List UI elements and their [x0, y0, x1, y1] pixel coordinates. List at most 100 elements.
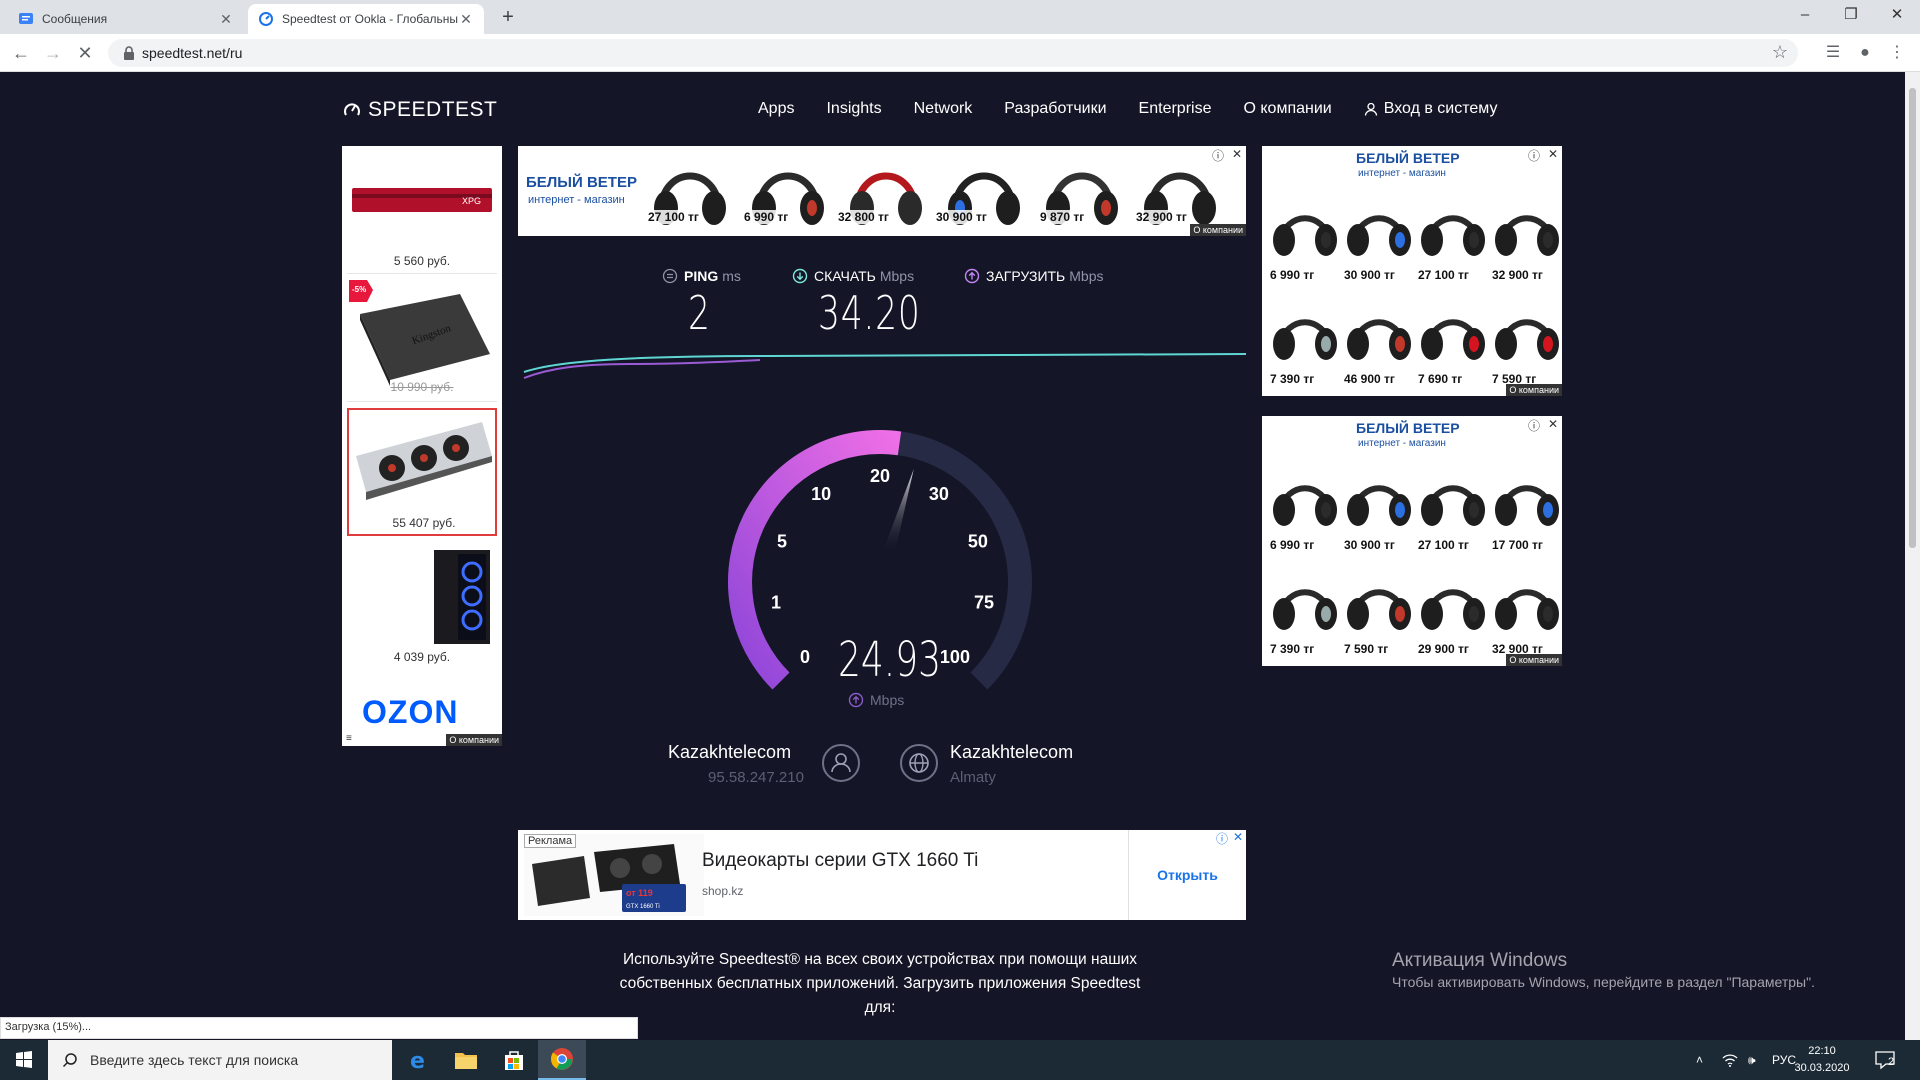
speedtest-gauge-icon [344, 103, 360, 116]
ad-price: 55 407 руб. [392, 516, 456, 530]
nav-enterprise[interactable]: Enterprise [1139, 100, 1212, 118]
ad-title[interactable]: Видеокарты серии GTX 1660 Ti [702, 850, 978, 872]
windows-activation-subtitle: Чтобы активировать Windows, перейдите в … [1392, 974, 1815, 990]
url-text: speedtest.net/ru [142, 45, 243, 61]
windows-taskbar: Введите здесь текст для поиска e ˄ 🕪 РУС… [0, 1040, 1920, 1080]
minimize-icon[interactable]: – [1782, 0, 1828, 30]
profile-icon[interactable]: ● [1852, 40, 1878, 66]
page-scrollbar[interactable] [1905, 72, 1920, 1040]
ad-product-ssd-kingston[interactable]: Kingston -5% 10 990 руб. [347, 278, 497, 402]
tab-speedtest[interactable]: Speedtest от Ookla - Глобальный ✕ [248, 4, 484, 34]
ad-left-ozon[interactable]: XPG 5 560 руб. Kingston -5% 10 990 руб. … [342, 146, 502, 746]
taskbar-clock[interactable]: 22:10 30.03.2020 [1782, 1043, 1862, 1077]
ad-headphone-item[interactable]: 30 900 тг [936, 146, 1032, 236]
ssd-m2-image: XPG [352, 188, 492, 212]
stop-loading-icon[interactable]: ✕ [70, 38, 100, 68]
chrome-icon[interactable] [538, 1040, 586, 1080]
server-name[interactable]: Kazakhtelecom [950, 742, 1073, 763]
ad-price: 7 390 тг [1270, 372, 1315, 386]
globe-icon[interactable] [900, 744, 938, 782]
headphone-thumb [1495, 485, 1559, 526]
headphone-thumb [1347, 589, 1411, 630]
close-tab-icon[interactable]: ✕ [218, 11, 234, 27]
ad-about-label[interactable]: О компании [1190, 224, 1246, 236]
headphones-grid-image [1273, 485, 1559, 630]
ad-price: 30 900 тг [1344, 538, 1395, 552]
adchoices-icon[interactable]: ≡ [346, 733, 352, 744]
ad-brand: БЕЛЫЙ ВЕТЕР [1356, 420, 1460, 436]
ad-brand-sub: интернет - магазин [1358, 438, 1446, 449]
ad-price: 32 900 тг [1492, 268, 1543, 282]
reading-list-icon[interactable]: ☰ [1820, 40, 1846, 66]
nav-network[interactable]: Network [914, 100, 973, 118]
scrollbar-thumb[interactable] [1909, 88, 1916, 548]
ad-about-label[interactable]: О компании [1506, 384, 1562, 396]
ad-headphone-item[interactable]: 27 100 тг [642, 146, 738, 236]
ad-product-pc-case[interactable]: 4 039 руб. [347, 542, 497, 666]
upload-icon [964, 268, 980, 284]
ad-bottom-gtx[interactable]: от 119 GTX 1660 Ti Реклама Видеокарты се… [518, 830, 1246, 920]
ad-info-icon[interactable]: ⓘ [1212, 147, 1224, 164]
login-link[interactable]: Вход в систему [1364, 100, 1497, 118]
ad-right-headphones-1[interactable]: БЕЛЫЙ ВЕТЕР интернет - магазин ⓘ ✕ 6 990… [1262, 146, 1562, 396]
ad-info-icon[interactable]: ⓘ [1528, 147, 1540, 164]
ad-close-icon[interactable]: ✕ [1548, 147, 1558, 161]
gauge-tick-label: 5 [777, 531, 787, 551]
speedtest-logo[interactable]: SPEEDTEST [342, 98, 497, 122]
ad-headphone-item[interactable]: 6 990 тг [740, 146, 836, 236]
taskbar-search-input[interactable]: Введите здесь текст для поиска [48, 1040, 392, 1080]
tab-title: Сообщения [42, 12, 108, 26]
headphone-thumb [1273, 215, 1337, 256]
store-icon[interactable] [490, 1040, 538, 1080]
tray-chevron-icon[interactable]: ˄ [1696, 1040, 1703, 1080]
ad-close-icon[interactable]: ✕ [1232, 147, 1242, 161]
address-bar[interactable]: speedtest.net/ru ☆ [108, 39, 1798, 67]
windows-start-icon[interactable] [0, 1040, 48, 1080]
headphone-thumb [1273, 319, 1337, 360]
ad-product-gpu[interactable]: 55 407 руб. [347, 408, 497, 536]
close-window-icon[interactable]: ✕ [1874, 0, 1920, 30]
ping-label: PING [684, 268, 719, 284]
gauge-tick-label: 75 [974, 593, 994, 613]
new-tab-button[interactable]: + [496, 6, 520, 30]
volume-icon[interactable]: 🕪 [1748, 1040, 1756, 1080]
nav-insights[interactable]: Insights [826, 100, 881, 118]
ad-product-ssd-m2[interactable]: XPG 5 560 руб. [347, 150, 497, 274]
ad-price: 32 900 тг [1136, 210, 1187, 224]
ad-open-button[interactable]: Открыть [1128, 830, 1246, 920]
ad-close-icon[interactable]: ✕ [1548, 417, 1558, 431]
ad-right-headphones-2[interactable]: БЕЛЫЙ ВЕТЕР интернет - магазин ⓘ ✕ 6 990… [1262, 416, 1562, 666]
menu-kebab-icon[interactable]: ⋮ [1884, 40, 1910, 66]
notifications-icon[interactable]: 2 [1874, 1040, 1896, 1080]
ad-about-label[interactable]: О компании [1506, 654, 1562, 666]
upload-icon [848, 692, 864, 708]
ad-headphone-item[interactable]: 32 800 тг [838, 146, 934, 236]
tab-messages[interactable]: Сообщения ✕ [8, 4, 244, 34]
bookmark-star-icon[interactable]: ☆ [1772, 42, 1788, 63]
restore-icon[interactable]: ❐ [1828, 0, 1874, 30]
lock-icon [124, 46, 134, 60]
ad-close-icon[interactable]: ✕ [1233, 830, 1243, 844]
download-header: СКАЧАТЬ Mbps [792, 268, 914, 284]
ad-about-label[interactable]: О компании [446, 734, 502, 746]
ad-top-headphones[interactable]: БЕЛЫЙ ВЕТЕР интернет - магазин 27 100 тг… [518, 146, 1246, 236]
isp-ip: 95.58.247.210 [708, 769, 804, 786]
ozon-logo[interactable]: OZON [362, 694, 458, 731]
nav-developers[interactable]: Разработчики [1004, 100, 1106, 118]
forward-icon[interactable]: → [38, 38, 68, 68]
ad-headphone-item[interactable]: 9 870 тг [1034, 146, 1130, 236]
back-icon[interactable]: ← [6, 38, 36, 68]
apps-promo-text: Используйте Speedtest® на всех своих уст… [619, 951, 1141, 1016]
file-explorer-icon[interactable] [442, 1040, 490, 1080]
svg-text:от 119: от 119 [626, 888, 653, 898]
ad-label: Реклама [524, 834, 577, 848]
user-circle-icon[interactable] [822, 744, 860, 782]
close-tab-icon[interactable]: ✕ [458, 11, 474, 27]
edge-icon[interactable]: e [394, 1040, 442, 1080]
ad-info-icon[interactable]: ⓘ [1216, 830, 1228, 847]
ad-info-icon[interactable]: ⓘ [1528, 417, 1540, 434]
nav-apps[interactable]: Apps [758, 100, 794, 118]
nav-about[interactable]: О компании [1243, 100, 1331, 118]
wifi-icon[interactable] [1722, 1040, 1738, 1080]
tab-title: Speedtest от Ookla - Глобальный [282, 12, 458, 26]
